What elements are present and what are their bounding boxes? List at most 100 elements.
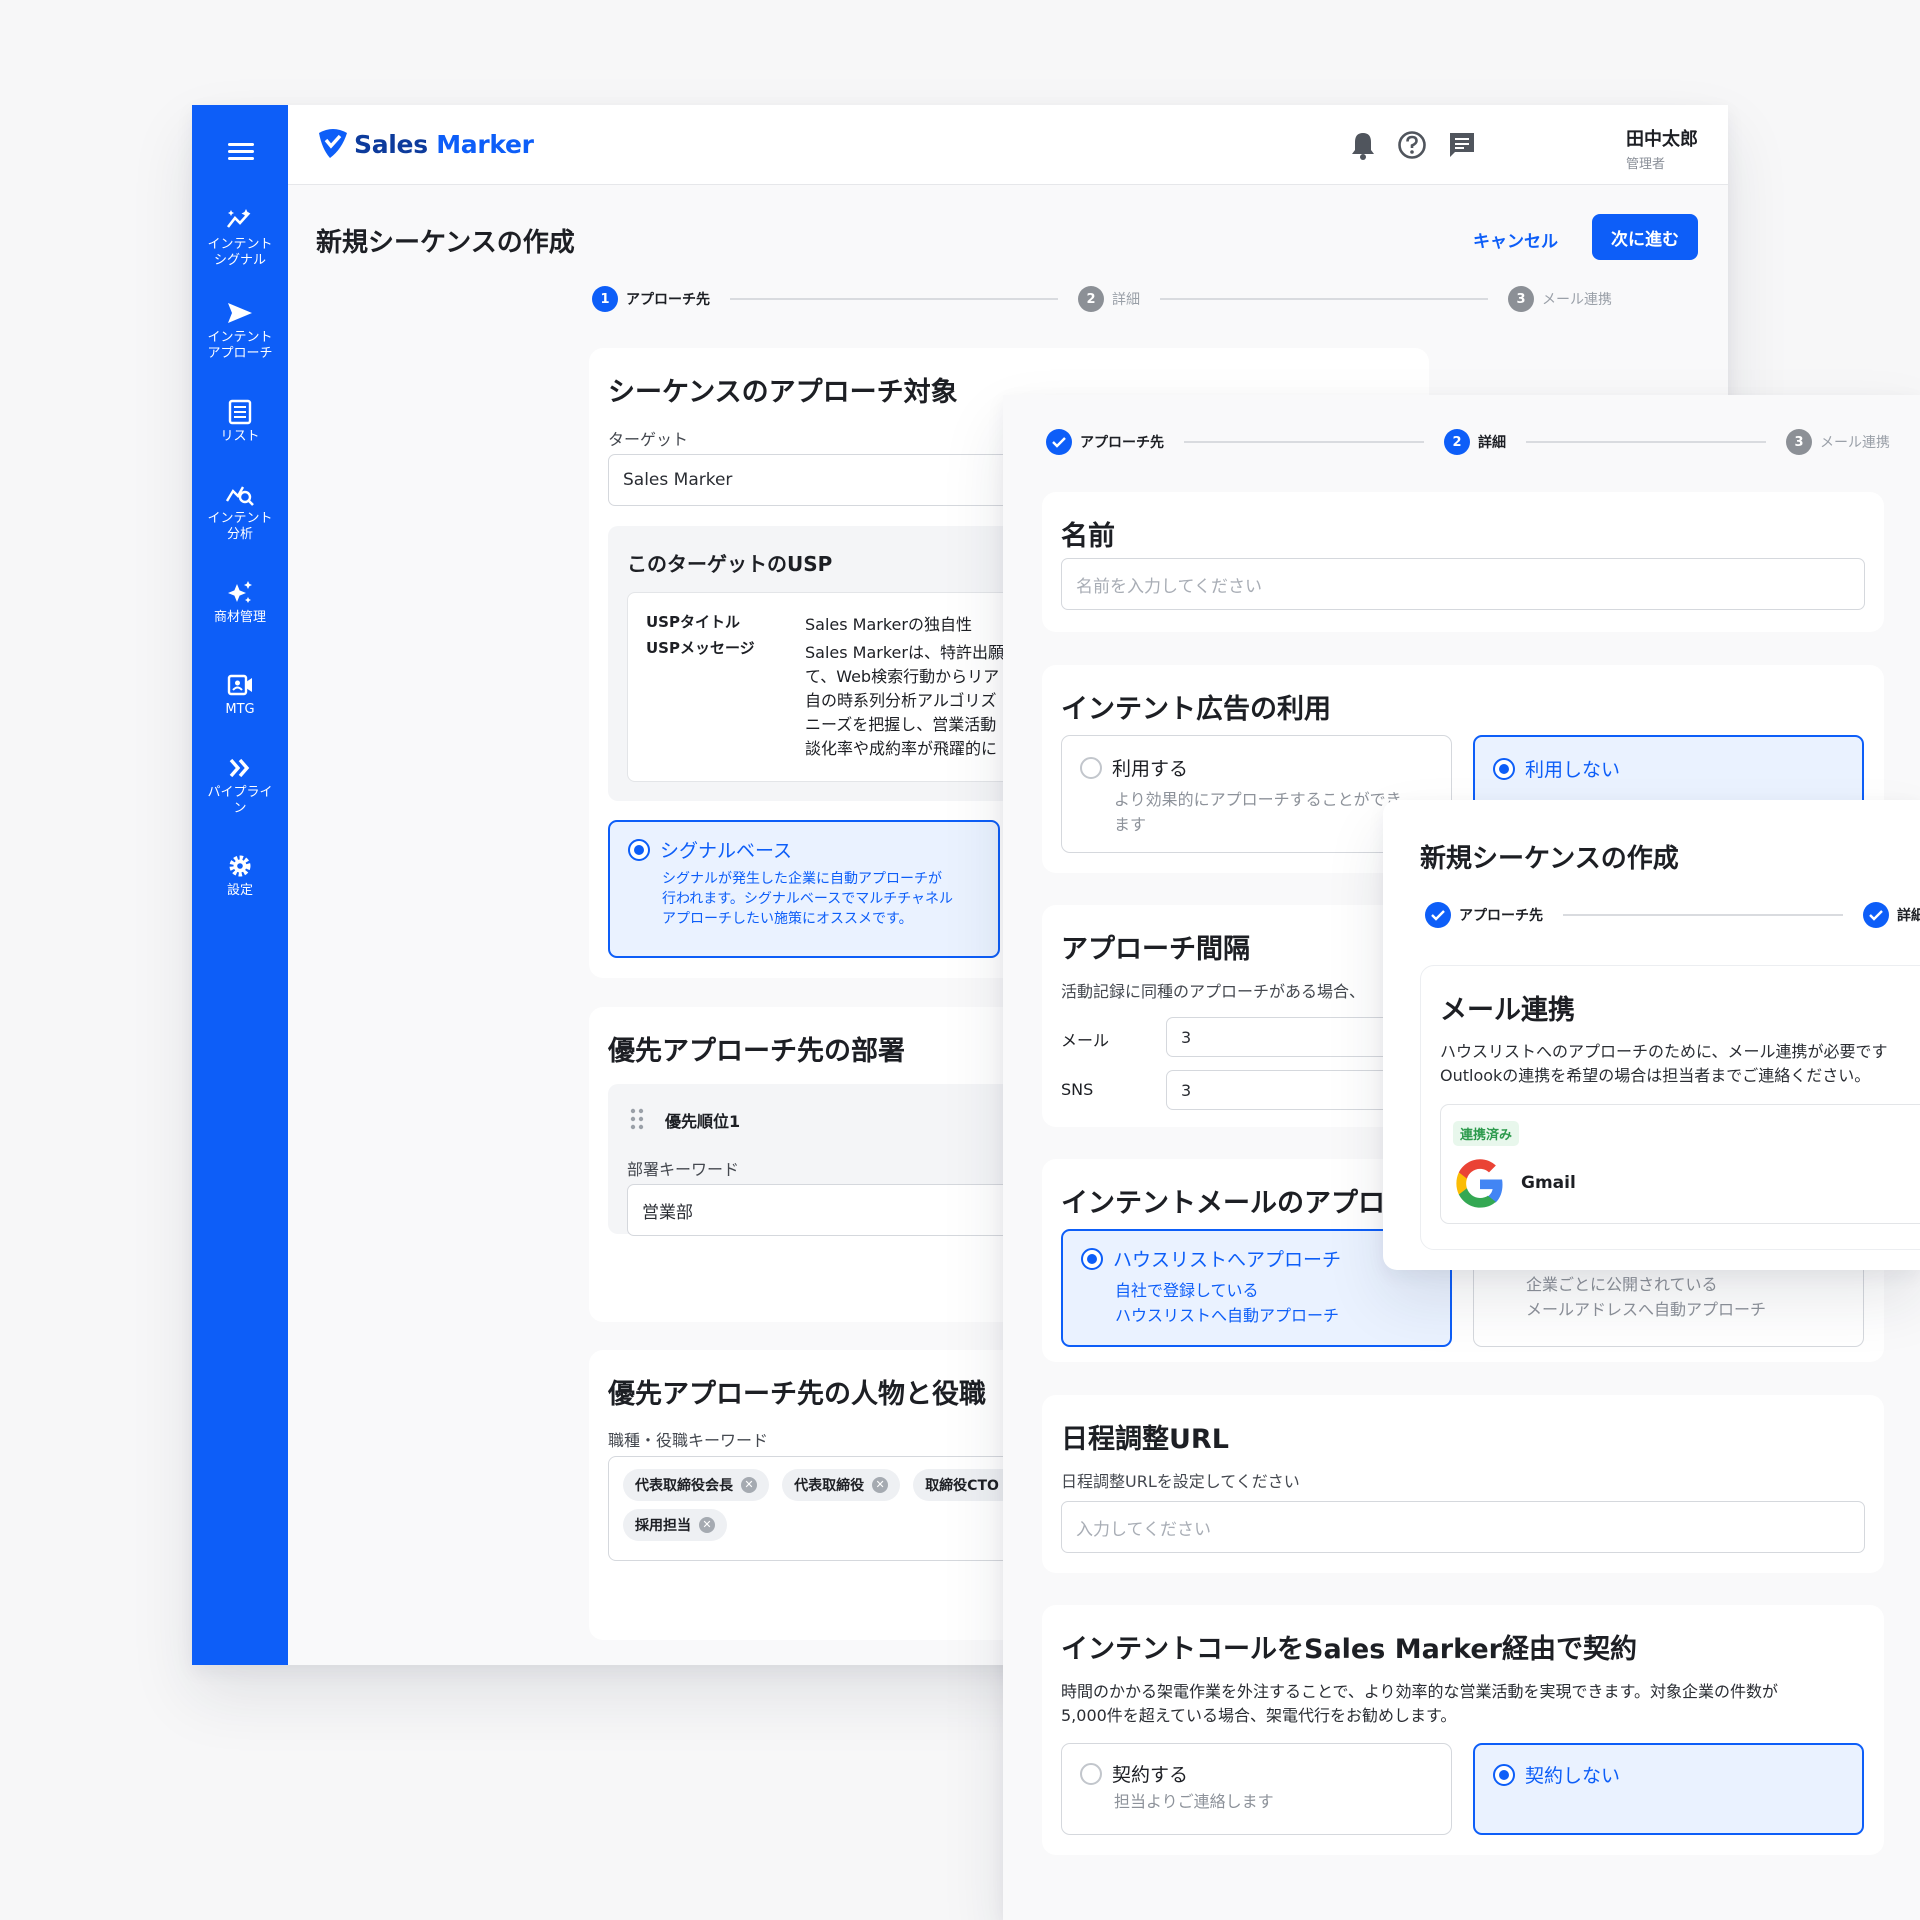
step-mail[interactable]: 3 メール連携 <box>1786 429 1890 455</box>
sidebar-label: シグナル <box>213 253 266 268</box>
logo-mark-icon <box>319 129 347 158</box>
stepper: 1 アプローチ先 2 詳細 3 メール連携 <box>592 286 1612 312</box>
radio-selected <box>1493 1763 1515 1786</box>
bell-icon[interactable] <box>1348 129 1378 161</box>
option-title: ハウスリストへアプローチ <box>1113 1249 1342 1271</box>
sidebar-item-product[interactable]: 商材管理 <box>192 580 288 626</box>
name-input[interactable]: 名前を入力してください <box>1061 558 1865 610</box>
step-detail[interactable]: 2 詳細 <box>1444 429 1506 455</box>
check-icon <box>1863 902 1889 928</box>
schedule-url-input[interactable]: 入力してください <box>1061 1501 1865 1553</box>
desc-line: メールアドレスへ自動アプローチ <box>1526 1300 1767 1319</box>
sidebar-label: MTG <box>225 702 255 717</box>
step-label: 詳細 <box>1478 435 1506 451</box>
card-title: 名前 <box>1061 521 1115 552</box>
card-title: メール連携 <box>1440 995 1575 1026</box>
sidebar-label: インテント <box>207 237 273 252</box>
drag-handle-icon[interactable] <box>630 1108 644 1130</box>
double-chevron-icon <box>229 758 250 778</box>
sns-label: SNS <box>1061 1080 1094 1099</box>
close-icon[interactable]: ✕ <box>741 1477 757 1493</box>
usp-message: Sales Markerは、特許出願 て、Web検索行動からリア 自の時系列分析… <box>805 641 1004 761</box>
usp-line: Sales Markerは、特許出願 <box>805 643 1004 662</box>
sidebar-item-intent-signal[interactable]: インテント シグナル <box>192 207 288 269</box>
desc-line: アプローチしたい施策にオススメです。 <box>662 911 913 927</box>
sidebar-label: インテント <box>207 511 273 526</box>
sidebar-label: リスト <box>220 429 260 444</box>
sidebar-item-settings[interactable]: 設定 <box>192 853 288 899</box>
dept-keyword-value: 営業部 <box>642 1202 693 1223</box>
usp-line: 談化率や成約率が飛躍的に <box>805 739 998 758</box>
desc-line: ハウスリストへのアプローチのために、メール連携が必要です <box>1440 1042 1888 1061</box>
step-approach[interactable]: アプローチ先 <box>1425 902 1543 928</box>
option-title: シグナルベース <box>660 840 793 862</box>
step-approach[interactable]: 1 アプローチ先 <box>592 286 710 312</box>
step-detail[interactable]: 詳細 <box>1863 902 1920 928</box>
sparkles-icon <box>228 581 252 603</box>
role-chip: 採用担当 ✕ <box>623 1509 727 1541</box>
sparkle-signal-icon <box>226 209 251 228</box>
gmail-connection[interactable]: 連携済み Gmail <box>1440 1104 1920 1224</box>
stepper: アプローチ先 2 詳細 3 メール連携 <box>1046 429 1890 455</box>
desc-line: 自社で登録している <box>1115 1281 1259 1300</box>
sidebar-item-pipeline[interactable]: パイプライ ン <box>192 755 288 817</box>
sidebar-item-mtg[interactable]: MTG <box>192 672 288 718</box>
step-number: 2 <box>1078 286 1104 312</box>
usp-title-label: USPタイトル <box>646 613 740 631</box>
call-desc: 時間のかかる架電作業を外注することで、より効率的な営業活動を実現できます。対象企… <box>1061 1680 1778 1728</box>
role-keyword-label: 職種・役職キーワード <box>608 1431 769 1450</box>
close-icon[interactable]: ✕ <box>699 1517 715 1533</box>
sidebar-label: アプローチ <box>207 346 273 361</box>
option-title: 契約しない <box>1525 1765 1621 1787</box>
signal-base-option[interactable]: シグナルベース シグナルが発生した企業に自動アプローチが 行われます。シグナルベ… <box>608 820 1000 958</box>
list-icon <box>228 399 252 425</box>
call-nocontract-option[interactable]: 契約しない <box>1473 1743 1864 1835</box>
radio-unselected <box>1080 756 1102 779</box>
next-button[interactable]: 次に進む <box>1592 214 1698 260</box>
chip-label: 採用担当 <box>635 1518 691 1534</box>
sidebar-item-intent-approach[interactable]: インテント アプローチ <box>192 300 288 362</box>
step-label: アプローチ先 <box>1459 908 1543 924</box>
sidebar-item-intent-analysis[interactable]: インテント 分析 <box>192 481 288 543</box>
card-title: アプローチ間隔 <box>1061 934 1250 965</box>
mail-label: メール <box>1061 1031 1110 1050</box>
step-detail[interactable]: 2 詳細 <box>1078 286 1140 312</box>
intent-call-card: インテントコールをSales Marker経由で契約 時間のかかる架電作業を外注… <box>1042 1605 1884 1855</box>
close-icon[interactable]: ✕ <box>872 1477 889 1493</box>
sidebar-item-list[interactable]: リスト <box>192 399 288 445</box>
card-title: インテントコールをSales Marker経由で契約 <box>1061 1634 1637 1665</box>
sidebar-label: 分析 <box>226 527 253 542</box>
desc-line: 時間のかかる架電作業を外注することで、より効率的な営業活動を実現できます。対象企… <box>1061 1682 1778 1701</box>
connected-badge: 連携済み <box>1453 1121 1520 1146</box>
message-icon[interactable] <box>1446 129 1478 161</box>
step-number: 3 <box>1786 429 1812 455</box>
step-approach[interactable]: アプローチ先 <box>1046 429 1164 455</box>
logo[interactable]: Sales Marker <box>316 127 534 161</box>
step-label: アプローチ先 <box>626 292 710 308</box>
stepper: アプローチ先 詳細 <box>1425 902 1920 928</box>
help-icon[interactable] <box>1396 129 1428 161</box>
schedule-label: 日程調整URLを設定してください <box>1061 1472 1300 1491</box>
radio-selected <box>1493 757 1515 780</box>
send-icon <box>228 303 252 323</box>
desc-line: 行われます。シグナルベースでマルチチャネル <box>662 891 954 907</box>
usp-title-value: Sales Markerの独自性 <box>805 615 972 634</box>
step-mail[interactable]: 3 メール連携 <box>1508 286 1612 312</box>
target-label: ターゲット <box>608 430 689 449</box>
card-title: インテント広告の利用 <box>1061 694 1331 725</box>
schedule-url-card: 日程調整URL 日程調整URLを設定してください 入力してください <box>1042 1395 1884 1573</box>
user-role: 管理者 <box>1626 157 1666 172</box>
card-title: 優先アプローチ先の部署 <box>608 1036 905 1067</box>
user-info[interactable]: 田中太郎 管理者 <box>1626 125 1698 172</box>
radio-selected <box>628 838 650 861</box>
cancel-button[interactable]: キャンセル <box>1467 223 1564 256</box>
hamburger-menu-icon[interactable] <box>228 139 254 164</box>
step-label: 詳細 <box>1112 292 1140 308</box>
sidebar-label: ン <box>233 801 247 816</box>
chip-label: 取締役CTO <box>925 1478 999 1494</box>
call-contract-option[interactable]: 契約する 担当よりご連絡します <box>1061 1743 1452 1835</box>
top-header: Sales Marker 田中太郎 管理者 <box>288 105 1728 185</box>
step-number: 2 <box>1444 429 1470 455</box>
step-number: 3 <box>1508 286 1534 312</box>
usp-heading: このターゲットのUSP <box>627 552 833 576</box>
